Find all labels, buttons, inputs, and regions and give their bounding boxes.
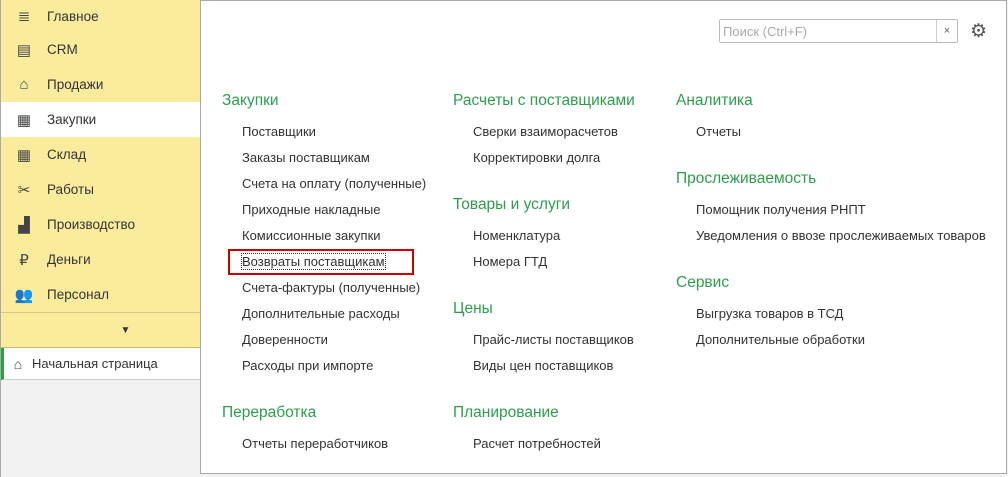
search-input[interactable] <box>720 20 936 42</box>
command-link[interactable]: Возвраты поставщикам <box>222 249 426 275</box>
command-link-label: Поставщики <box>242 124 316 139</box>
sidebar-item-5[interactable]: ✂ Работы <box>1 172 200 207</box>
command-link[interactable]: Помощник получения РНПТ <box>676 197 986 223</box>
sidebar-item-4[interactable]: ▦ Склад <box>1 137 200 172</box>
command-link-label: Расчет потребностей <box>473 436 601 451</box>
command-link-label: Виды цен поставщиков <box>473 358 614 373</box>
group-heading: Цены <box>453 300 493 317</box>
section-icon: ▦ <box>16 111 32 129</box>
command-link-label: Счета-фактуры (полученные) <box>242 280 421 295</box>
sidebar-item-7[interactable]: ₽ Деньги <box>1 242 200 277</box>
group-heading: Прослеживаемость <box>676 170 817 187</box>
group-heading: Аналитика <box>676 92 753 109</box>
command-link[interactable]: Отчеты переработчиков <box>222 431 426 457</box>
command-link[interactable]: Комиссионные закупки <box>222 223 426 249</box>
command-link[interactable]: Счета на оплату (полученные) <box>222 171 426 197</box>
group-heading: Планирование <box>453 404 559 421</box>
command-link[interactable]: Виды цен поставщиков <box>453 353 635 379</box>
command-link-label: Уведомления о ввозе прослеживаемых товар… <box>696 228 986 243</box>
home-page-tab[interactable]: ⌂ Начальная страница <box>1 348 200 380</box>
command-link[interactable]: Прайс-листы поставщиков <box>453 327 635 353</box>
command-link[interactable]: Дополнительные расходы <box>222 301 426 327</box>
section-icon: ▦ <box>16 146 32 164</box>
command-link-label: Номенклатура <box>473 228 561 243</box>
sidebar-item-8[interactable]: 👥 Персонал <box>1 277 200 312</box>
sidebar-item-0[interactable]: ≣ Главное <box>1 0 200 32</box>
group-heading: Закупки <box>222 92 279 109</box>
command-link[interactable]: Доверенности <box>222 327 426 353</box>
section-icon: ✂ <box>17 181 31 199</box>
command-link[interactable]: Сверки взаиморасчетов <box>453 119 635 145</box>
section-icon: ▟ <box>18 216 30 234</box>
sidebar-item-label: Производство <box>47 217 136 232</box>
command-link-label: Приходные накладные <box>242 202 381 217</box>
command-link[interactable]: Расходы при импорте <box>222 353 426 379</box>
command-link-label: Комиссионные закупки <box>242 228 381 243</box>
group-heading: Переработка <box>222 404 317 421</box>
command-link[interactable]: Расчет потребностей <box>453 431 635 457</box>
section-content: × ⚙ Закупки Поставщики Заказы поставщикам С… <box>200 0 1007 474</box>
command-link-label: Сверки взаиморасчетов <box>473 124 618 139</box>
section-icon: ≣ <box>17 8 31 25</box>
sidebar-item-3[interactable]: ▦ Закупки <box>1 102 200 137</box>
sidebar-item-label: Закупки <box>47 112 97 127</box>
group-heading: Сервис <box>676 274 730 291</box>
command-link-label: Доверенности <box>242 332 328 347</box>
command-link-label: Отчеты <box>696 124 741 139</box>
more-sections-button[interactable]: ▼ <box>1 312 200 348</box>
command-link-label: Дополнительные обработки <box>696 332 865 347</box>
command-link[interactable]: Дополнительные обработки <box>676 327 986 353</box>
clear-search-button[interactable]: × <box>936 20 957 42</box>
gear-icon[interactable]: ⚙ <box>970 20 987 43</box>
sidebar-item-2[interactable]: ⌂ Продажи <box>1 67 200 102</box>
command-link[interactable]: Поставщики <box>222 119 426 145</box>
sidebar-item-label: Склад <box>47 147 87 162</box>
column-3: Аналитика Отчеты Прослеживаемость Помощник … <box>676 88 986 353</box>
sidebar-item-label: Персонал <box>47 287 109 302</box>
command-link[interactable]: Выгрузка товаров в ТСД <box>676 301 986 327</box>
search-box: × <box>719 19 958 43</box>
chevron-down-icon: ▼ <box>120 324 131 336</box>
command-link[interactable]: Номенклатура <box>453 223 635 249</box>
command-link-label: Номера ГТД <box>473 254 548 269</box>
section-icon: ▤ <box>16 41 32 59</box>
command-link-label: Заказы поставщикам <box>242 150 370 165</box>
group-heading: Товары и услуги <box>453 196 571 213</box>
command-link-label: Прайс-листы поставщиков <box>473 332 634 347</box>
command-link[interactable]: Приходные накладные <box>222 197 426 223</box>
column-1: Закупки Поставщики Заказы поставщикам Счета… <box>222 88 426 457</box>
command-link-label: Помощник получения РНПТ <box>696 202 866 217</box>
command-link[interactable]: Уведомления о ввозе прослеживаемых товар… <box>676 223 986 249</box>
sidebar-item-label: CRM <box>47 42 78 57</box>
column-2: Расчеты с поставщиками Сверки взаиморасче… <box>453 88 635 457</box>
sidebar-item-label: Работы <box>47 182 94 197</box>
command-link[interactable]: Заказы поставщикам <box>222 145 426 171</box>
command-link-label: Счета на оплату (полученные) <box>242 176 427 191</box>
sidebar-item-label: Деньги <box>47 252 91 267</box>
command-link[interactable]: Корректировки долга <box>453 145 635 171</box>
group-heading: Расчеты с поставщиками <box>453 92 635 109</box>
home-page-label: Начальная страница <box>32 356 158 371</box>
command-link-label: Расходы при импорте <box>242 358 374 373</box>
command-link-label: Корректировки долга <box>473 150 601 165</box>
command-link[interactable]: Счета-фактуры (полученные) <box>222 275 426 301</box>
sections-panel: ≣ Главное ▤ CRM ⌂ Продажи ▦ Закупки ▦ Склад ✂ Работ… <box>0 0 200 477</box>
home-icon: ⌂ <box>13 355 23 372</box>
section-icon: ⌂ <box>19 76 29 93</box>
command-link-label: Выгрузка товаров в ТСД <box>696 306 844 321</box>
command-link-label: Дополнительные расходы <box>242 306 400 321</box>
command-link-label: Возвраты поставщикам <box>241 253 386 270</box>
command-link[interactable]: Отчеты <box>676 119 986 145</box>
sidebar-item-label: Главное <box>47 8 99 24</box>
section-icon: 👥 <box>14 286 34 304</box>
section-icon: ₽ <box>19 251 29 269</box>
command-link-label: Отчеты переработчиков <box>242 436 389 451</box>
sidebar-item-6[interactable]: ▟ Производство <box>1 207 200 242</box>
command-link[interactable]: Номера ГТД <box>453 249 635 275</box>
sidebar-item-1[interactable]: ▤ CRM <box>1 32 200 67</box>
sidebar-item-label: Продажи <box>47 77 104 92</box>
